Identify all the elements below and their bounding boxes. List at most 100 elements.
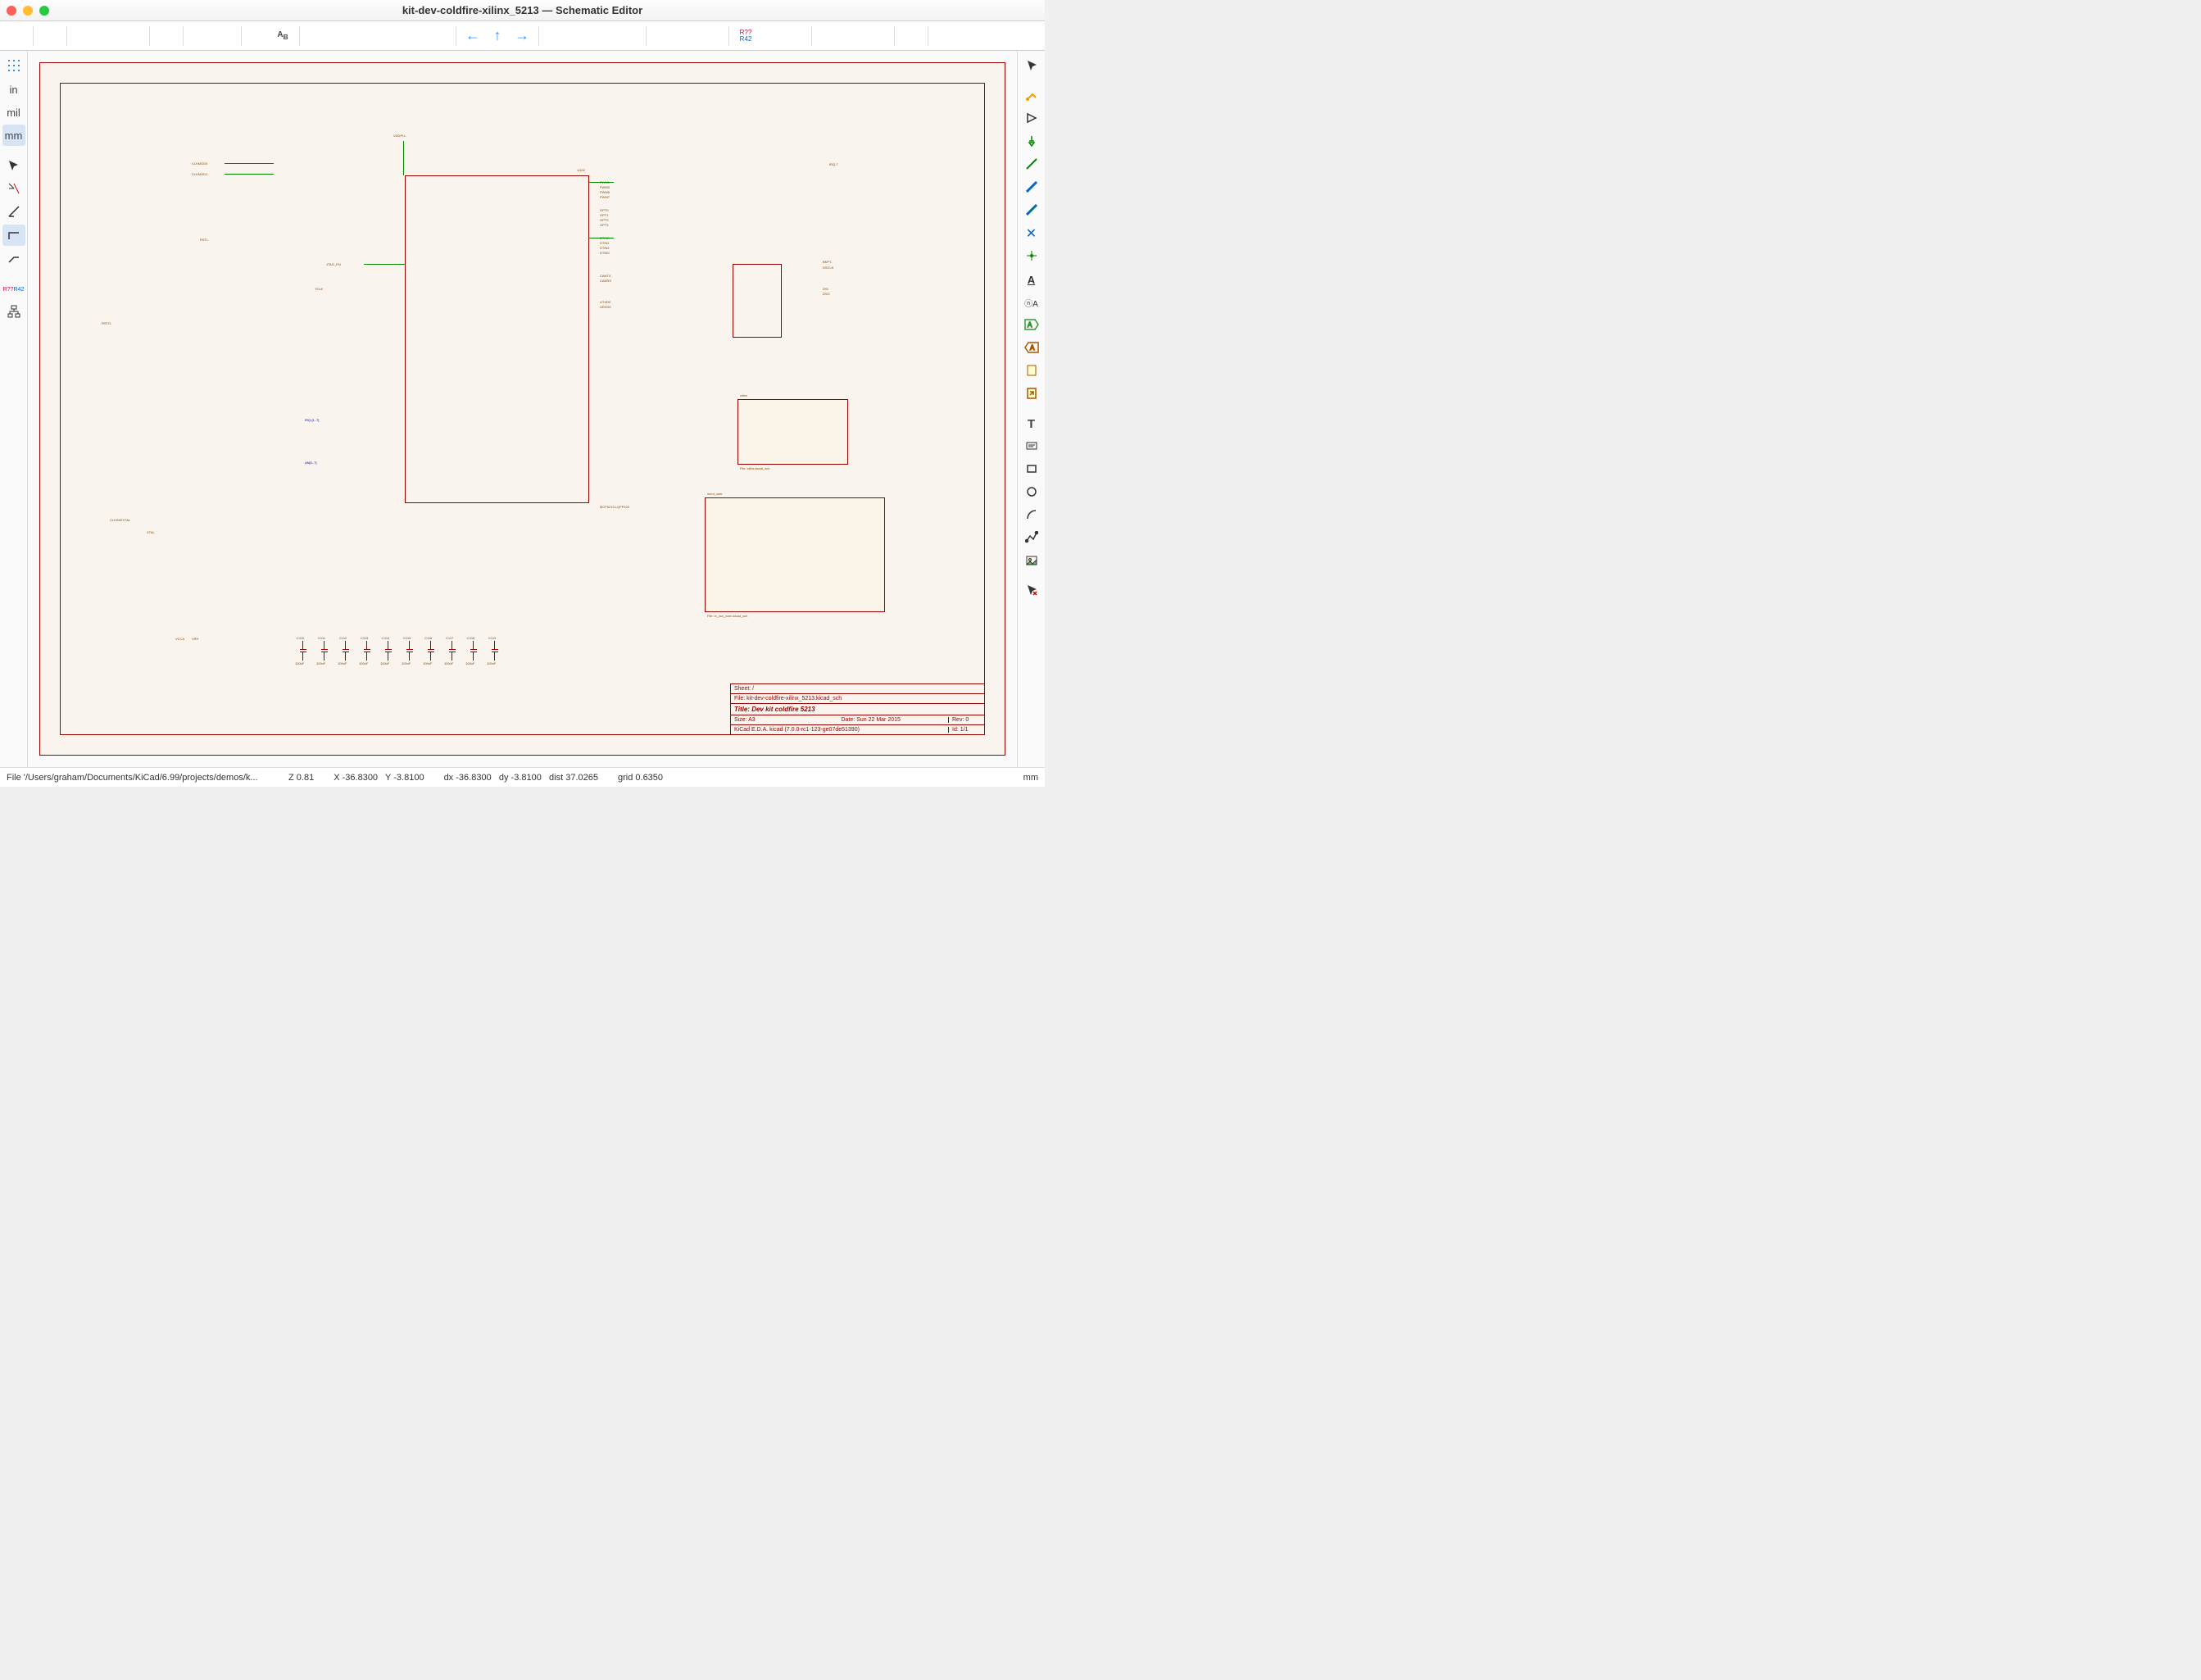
place-netclass-button[interactable]: ⓝA [1020,292,1043,313]
capacitor-symbol[interactable]: C110100nF [298,641,308,665]
units-mil-button[interactable]: mil [2,102,25,123]
select-tool-button[interactable] [1020,56,1043,77]
paste-button[interactable] [155,25,178,48]
zoom-objects-button[interactable] [403,25,426,48]
redo-button[interactable] [213,25,236,48]
units-mm-button[interactable]: mm [2,125,25,146]
units-in-button[interactable]: in [2,79,25,100]
zoom-out-button[interactable] [354,25,377,48]
cursor-style-button[interactable] [2,156,25,177]
angle-90-button[interactable] [2,225,25,246]
capacitor-symbol[interactable]: C116100nF [426,641,436,665]
scripting-console-button[interactable] [933,25,956,48]
refresh-button[interactable] [305,25,328,48]
place-bus-entry-button[interactable] [1020,200,1043,221]
place-global-label-button[interactable]: A [1020,315,1043,336]
mirror-h-button[interactable] [593,25,616,48]
rotate-cw-button[interactable] [569,25,592,48]
export-netlist-button[interactable]: bom [866,25,889,48]
place-bus-button[interactable] [1020,177,1043,198]
nav-up-button[interactable]: ↑ [486,25,509,48]
close-window-button[interactable] [7,6,16,16]
circle-icon [1025,485,1038,501]
mirror-v-button[interactable] [618,25,641,48]
place-power-button[interactable] [1020,131,1043,152]
capacitor-symbol[interactable]: C117100nF [447,641,457,665]
rotate-ccw-button[interactable] [544,25,567,48]
hidden-pins-button[interactable] [2,179,25,200]
save-button[interactable] [5,25,28,48]
nav-forward-button[interactable]: → [511,25,533,48]
pcb-editor-button[interactable] [900,25,923,48]
erc-button[interactable] [759,25,782,48]
bdm-port-symbol[interactable] [733,264,782,338]
place-noconnect-button[interactable]: ✕ [1020,223,1043,244]
hierarchy-nav-button[interactable] [2,302,25,323]
capacitor-symbol[interactable]: C111100nF [320,641,329,665]
toolbar-separator [66,26,67,46]
delete-tool-button[interactable] [1020,580,1043,602]
zoom-in-button[interactable] [329,25,352,48]
simulator-button[interactable] [783,25,806,48]
undo-button[interactable] [188,25,211,48]
minimize-window-button[interactable] [23,6,33,16]
place-circle-button[interactable] [1020,482,1043,503]
net-label: UTXD0 [600,300,610,304]
place-text-button[interactable]: T [1020,413,1043,434]
grid-toggle-button[interactable] [2,56,25,77]
capacitor-symbol[interactable]: C112100nF [341,641,351,665]
find-replace-button[interactable]: AB [271,25,294,48]
update-pcb-button[interactable] [817,25,840,48]
bom-button[interactable] [842,25,865,48]
nav-back-button[interactable]: ← [461,25,484,48]
place-rect-button[interactable] [1020,459,1043,480]
capacitor-symbol[interactable]: C115100nF [405,641,415,665]
netclass-icon: ⓝA [1024,297,1038,309]
angle-45-button[interactable] [2,247,25,269]
new-sheet-button[interactable] [72,25,95,48]
highlight-net-button[interactable] [1020,85,1043,107]
hier-label-icon: A [1024,342,1039,356]
pointer-icon [1025,59,1038,75]
capacitor-symbol[interactable]: C119100nF [490,641,500,665]
plot-button[interactable] [121,25,144,48]
footprint-assign-button[interactable] [701,25,724,48]
svg-text:A: A [1028,321,1032,329]
capacitor-symbol[interactable]: C114100nF [383,641,393,665]
wire [589,182,614,183]
schematic-canvas[interactable]: U102 MCF5213-LQFP100 CLKMOD0 CLKMOD1 RST… [28,51,1017,767]
print-button[interactable] [97,25,120,48]
free-angle-button[interactable] [2,202,25,223]
rect-icon [1025,462,1038,478]
mm-label: mm [5,129,23,142]
place-label-button[interactable]: A [1020,269,1043,290]
place-textbox-button[interactable] [1020,436,1043,457]
place-hier-label-button[interactable]: A [1020,338,1043,359]
sheet-frame: U102 MCF5213-LQFP100 CLKMOD0 CLKMOD1 RST… [60,83,985,735]
place-sheet-button[interactable] [1020,361,1043,382]
annotate-refs-button[interactable]: R??R42 [2,279,25,300]
place-line-button[interactable] [1020,528,1043,549]
place-arc-button[interactable] [1020,505,1043,526]
zoom-fit-button[interactable] [379,25,402,48]
hier-sheet-xilinx[interactable]: xilinx File: xilinx.kicad_sch [737,399,848,465]
zoom-selection-button[interactable] [428,25,451,48]
browse-symbols-button[interactable] [676,25,699,48]
symbol-editor-button[interactable] [651,25,674,48]
place-image-button[interactable] [1020,551,1043,572]
place-symbol-button[interactable] [1020,108,1043,129]
main-mcu-symbol[interactable]: U102 MCF5213-LQFP100 [405,175,589,503]
find-button[interactable] [247,25,270,48]
import-sheet-pin-button[interactable] [1020,384,1043,405]
maximize-window-button[interactable] [39,6,49,16]
place-wire-button[interactable] [1020,154,1043,175]
decoupling-caps-row: /* populated below */ C110100nFC111100nF… [298,641,500,665]
wire [225,163,274,164]
window-controls [7,6,49,16]
capacitor-symbol[interactable]: C113100nF [362,641,372,665]
place-junction-button[interactable] [1020,246,1043,267]
capacitor-symbol[interactable]: C118100nF [469,641,479,665]
annotate-button[interactable]: R??R42 [734,25,757,48]
hier-sheet-inout[interactable]: inout_user File: in_out_conn.kicad_sch [705,497,885,612]
page-settings-button[interactable] [39,25,61,48]
